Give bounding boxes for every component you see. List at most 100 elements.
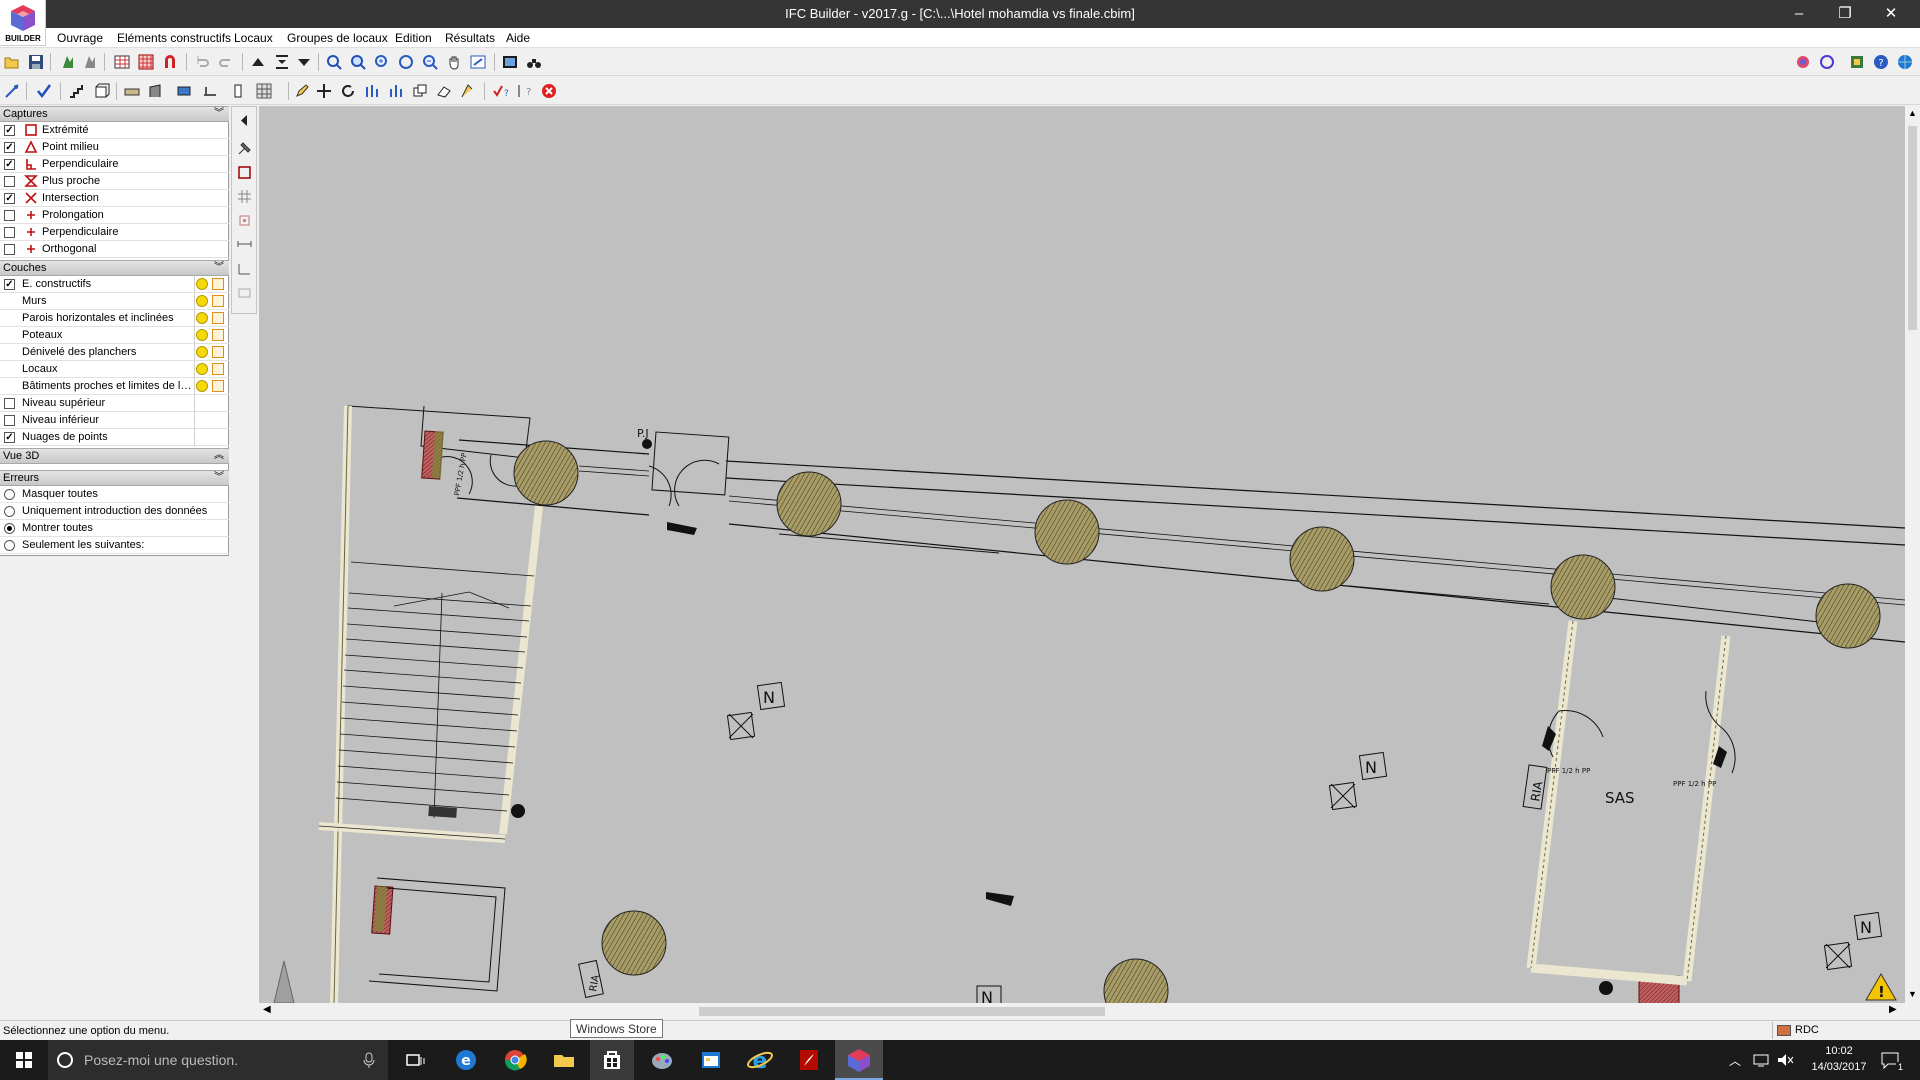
app-logo[interactable]: BUILDER [0,0,46,46]
pj-symbol[interactable] [642,439,652,449]
snap-tool-icon[interactable] [237,213,252,228]
volume-muted-icon[interactable] [1776,1052,1794,1068]
couches-header[interactable]: Couches ︾ [0,260,229,276]
checkbox[interactable] [4,227,15,238]
level-up-icon[interactable] [250,54,266,70]
stair-block[interactable] [318,405,543,1003]
chevron-down-icon[interactable]: ︾ [214,471,224,485]
layer-tool-icon[interactable] [237,285,252,300]
microphone-icon[interactable] [362,1052,376,1068]
grid-element-icon[interactable] [256,83,272,99]
n-box[interactable]: N [1358,751,1388,781]
capture-item-perpendiculaire-2[interactable]: Perpendiculaire [0,224,229,241]
column-icon[interactable] [230,83,246,99]
layer-item[interactable]: Locaux [0,361,229,378]
error-option[interactable]: Seulement les suivantes: [0,537,229,554]
erreurs-header[interactable]: Erreurs ︾ [0,470,229,486]
scroll-down-icon[interactable]: ▼ [1908,989,1917,999]
minimize-button[interactable]: – [1776,0,1822,28]
captures-header[interactable]: Captures ︾ [0,106,229,122]
check-icon[interactable] [36,83,52,99]
acrobat-icon[interactable] [795,1046,823,1074]
menu-elements-constructifs[interactable]: Eléments constructifs [117,31,231,45]
level-select-icon[interactable] [274,54,290,70]
door-swings-left[interactable] [438,454,720,507]
stair-icon[interactable] [68,83,84,99]
clock-date[interactable]: 14/03/2017 [1804,1061,1874,1073]
help-icon[interactable]: ? [1873,54,1889,70]
chrome-icon[interactable] [501,1046,529,1074]
checkbox[interactable]: ✓ [4,159,15,170]
pencil-icon[interactable] [294,83,310,99]
grid-tool-icon[interactable] [237,189,252,204]
checkbox[interactable]: ✓ [4,193,15,204]
interior-wall-line[interactable] [1608,597,1820,623]
capture-item-point-milieu[interactable]: ✓ Point milieu [0,139,229,156]
horizontal-scrollbar[interactable]: ◀ ▶ [259,1003,1905,1020]
selectable-box-icon[interactable] [212,295,224,307]
windows-store-icon[interactable] [598,1046,626,1074]
eraser-icon[interactable] [436,83,452,99]
internet-explorer-icon[interactable]: e [746,1046,774,1074]
redo-icon[interactable] [218,54,234,70]
ria-marker[interactable]: RIA [578,959,604,999]
window-element-icon[interactable] [176,83,192,99]
collapse-panel-icon[interactable] [237,113,252,128]
checkbox[interactable] [4,176,15,187]
search-box[interactable]: Posez-moi une question. [48,1040,388,1080]
image-icon[interactable] [502,54,518,70]
layer-item[interactable]: Poteaux [0,327,229,344]
question-flag-icon[interactable]: ? [516,83,532,99]
menu-locaux[interactable]: Locaux [234,31,273,45]
move-icon[interactable] [316,83,332,99]
visibility-bulb-icon[interactable] [196,329,208,341]
open-folder-icon[interactable] [4,54,20,70]
selectable-box-icon[interactable] [212,363,224,375]
column[interactable] [1103,958,1169,1003]
level-down-icon[interactable] [296,54,312,70]
ria-marker[interactable]: RIA [1522,764,1548,810]
capture-item-intersection[interactable]: ✓ Intersection [0,190,229,207]
menu-groupes-de-locaux[interactable]: Groupes de locaux [287,31,388,45]
device-marker[interactable] [986,892,1014,906]
grid-view-icon[interactable] [114,54,130,70]
zoom-refresh-icon[interactable] [398,54,414,70]
visibility-bulb-icon[interactable] [196,346,208,358]
paint-icon[interactable] [648,1046,676,1074]
checkbox[interactable]: ✓ [4,432,15,443]
ifc-builder-taskbar-icon[interactable] [845,1046,873,1074]
selectable-box-icon[interactable] [212,329,224,341]
error-option[interactable]: Montrer toutes [0,520,229,537]
scroll-right-icon[interactable]: ▶ [1889,1004,1897,1015]
settings-icon[interactable] [1849,54,1865,70]
zoom-window-icon[interactable] [326,54,342,70]
slab-icon[interactable] [202,83,218,99]
radio-button[interactable] [4,506,15,517]
visibility-bulb-icon[interactable] [196,278,208,290]
zoom-previous-icon[interactable] [470,54,486,70]
scroll-thumb[interactable] [1908,126,1917,330]
vue3d-header[interactable]: Vue 3D ︽ [0,448,229,464]
visibility-bulb-icon[interactable] [196,363,208,375]
update-icon[interactable] [1819,54,1835,70]
layer-item[interactable]: Murs [0,293,229,310]
capture-item-plus-proche[interactable]: Plus proche [0,173,229,190]
layer-item[interactable]: Niveau supérieur [0,395,229,412]
error-option[interactable]: Masquer toutes [0,486,229,503]
n-box[interactable]: N [976,985,1002,1003]
layer-item[interactable]: ✓ Nuages de points [0,429,229,446]
tools-icon[interactable] [237,141,252,156]
clock-time[interactable]: 10:02 [1804,1045,1874,1057]
copy-icon[interactable] [364,83,380,99]
globe-icon[interactable] [1897,54,1913,70]
drawing-canvas[interactable]: PPF 1/2 h PP P.J N N N N PPF 1/2 h PP PP… [259,106,1905,1003]
magnet-icon[interactable] [162,54,178,70]
checkbox[interactable]: ✓ [4,279,15,290]
interior-wall-line[interactable] [778,533,1000,554]
capture-item-prolongation[interactable]: Prolongation [0,207,229,224]
new-element-icon[interactable] [60,54,76,70]
column[interactable] [513,440,579,506]
visibility-bulb-icon[interactable] [196,380,208,392]
interior-wall-line[interactable] [1348,585,1550,605]
column[interactable] [1289,526,1355,592]
